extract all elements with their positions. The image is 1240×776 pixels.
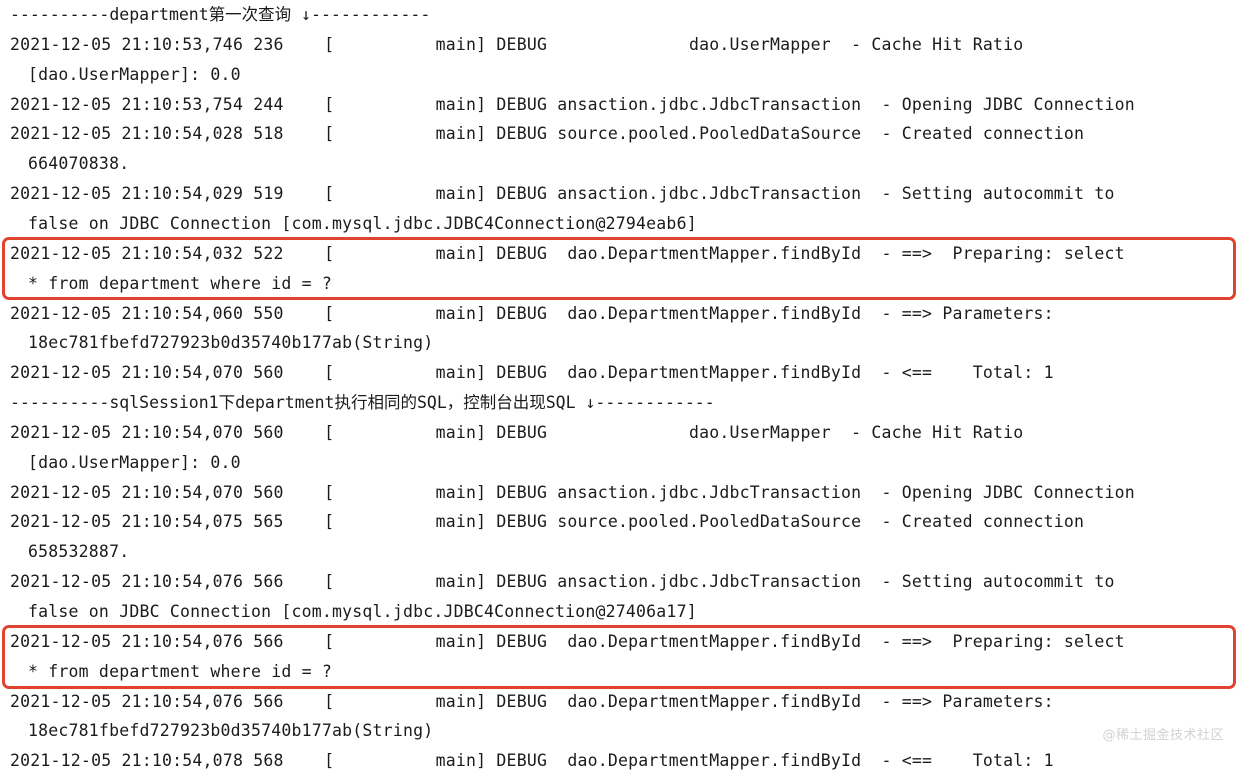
log-line: 2021-12-05 21:10:54,070 560 [ main] DEBU… bbox=[10, 482, 1135, 502]
log-line-continuation: false on JDBC Connection [com.mysql.jdbc… bbox=[28, 602, 697, 621]
log-line: 2021-12-05 21:10:54,078 568 [ main] DEBU… bbox=[10, 751, 1054, 771]
log-line: 2021-12-05 21:10:54,029 519 [ main] DEBU… bbox=[10, 184, 1115, 204]
log-separator-line: ----------department第一次查询 ↓------------ bbox=[10, 5, 431, 24]
log-line: 2021-12-05 21:10:54,076 566 [ main] DEBU… bbox=[10, 631, 1125, 651]
log-line: 2021-12-05 21:10:54,032 522 [ main] DEBU… bbox=[10, 243, 1125, 263]
log-line: 2021-12-05 21:10:54,028 518 [ main] DEBU… bbox=[10, 124, 1085, 144]
log-line-continuation: 18ec781fbefd727923b0d35740b177ab(String) bbox=[28, 333, 434, 353]
log-line: 2021-12-05 21:10:54,076 566 [ main] DEBU… bbox=[10, 691, 1054, 711]
console-log-output: ----------department第一次查询 ↓------------ 2… bbox=[0, 0, 1240, 771]
site-watermark: @稀土掘金技术社区 bbox=[1102, 728, 1224, 743]
log-line-continuation: 658532887. bbox=[28, 542, 130, 562]
log-line-continuation: * from department where id = ? bbox=[28, 273, 333, 293]
log-line-continuation: * from department where id = ? bbox=[28, 661, 333, 681]
log-line-continuation: 664070838. bbox=[28, 154, 130, 174]
log-line: 2021-12-05 21:10:53,754 244 [ main] DEBU… bbox=[10, 94, 1135, 114]
log-line-continuation: [dao.UserMapper]: 0.0 bbox=[28, 452, 241, 472]
log-line: 2021-12-05 21:10:54,075 565 [ main] DEBU… bbox=[10, 512, 1085, 532]
log-line: 2021-12-05 21:10:54,060 550 [ main] DEBU… bbox=[10, 303, 1054, 323]
log-line: 2021-12-05 21:10:54,076 566 [ main] DEBU… bbox=[10, 572, 1115, 592]
log-line: 2021-12-05 21:10:54,070 560 [ main] DEBU… bbox=[10, 422, 1024, 442]
log-line: 2021-12-05 21:10:54,070 560 [ main] DEBU… bbox=[10, 363, 1054, 383]
log-line-continuation: 18ec781fbefd727923b0d35740b177ab(String) bbox=[28, 721, 434, 741]
log-separator-line: ----------sqlSession1下department执行相同的SQL… bbox=[10, 393, 715, 413]
log-line-continuation: [dao.UserMapper]: 0.0 bbox=[28, 64, 241, 84]
log-line-continuation: false on JDBC Connection [com.mysql.jdbc… bbox=[28, 213, 697, 233]
log-line: 2021-12-05 21:10:53,746 236 [ main] DEBU… bbox=[10, 34, 1024, 54]
